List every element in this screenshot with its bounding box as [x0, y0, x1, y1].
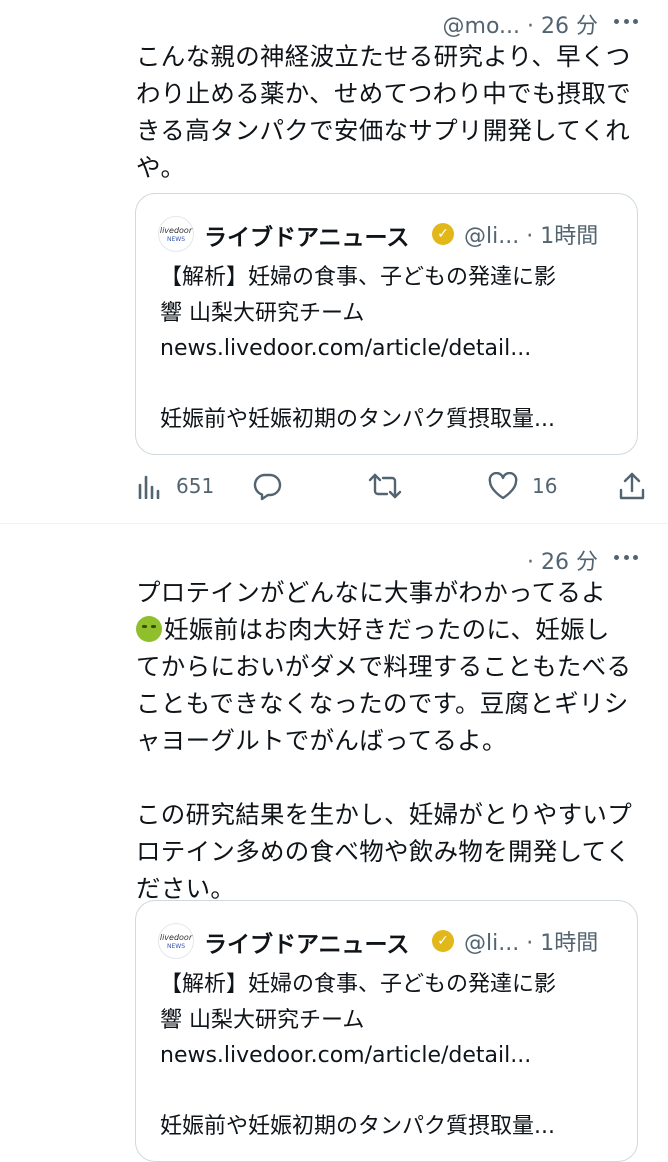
share-icon	[619, 472, 645, 500]
post-2[interactable]: · 26 分 プロテインがどんなに大事がわかってるよ 妊娠前はお肉大好きだったの…	[0, 524, 668, 1162]
post-1[interactable]: @mo... · 26 分 こんな親の神経波立たせる研究より、早くつ わり止める…	[0, 0, 668, 524]
quoted-post-2[interactable]: livedoor NEWS ライブドアニュース ✓ @li... · 1時間 【解…	[135, 900, 638, 1162]
post-1-actions: 651 16	[136, 470, 646, 502]
likes-count: 16	[532, 474, 558, 498]
post-1-time[interactable]: · 26 分	[527, 14, 598, 39]
like-icon	[488, 472, 518, 500]
verified-badge-icon: ✓	[432, 930, 454, 952]
nauseated-face-emoji	[136, 616, 162, 642]
more-icon[interactable]	[614, 554, 638, 560]
post-2-time[interactable]: · 26 分	[527, 550, 598, 575]
livedoor-logo: livedoor NEWS	[158, 216, 194, 252]
reply-button[interactable]	[252, 470, 282, 502]
quoted-post-1[interactable]: livedoor NEWS ライブドアニュース ✓ @li... · 1時間 【解…	[135, 193, 638, 455]
views-count: 651	[176, 474, 215, 498]
quoted-post-body: 【解析】妊婦の食事、子どもの発達に影 響 山梨大研究チーム news.lived…	[160, 972, 557, 1139]
like-button[interactable]: 16	[488, 470, 557, 502]
post-2-meta: · 26 分	[527, 544, 598, 576]
post-1-text: こんな親の神経波立たせる研究より、早くつ わり止める薬か、せめてつわり中でも摂取…	[136, 42, 632, 182]
quoted-author-name: ライブドアニュース	[204, 932, 410, 958]
verified-badge-icon: ✓	[432, 223, 454, 245]
post-1-meta: @mo... · 26 分	[443, 8, 598, 40]
post-1-handle[interactable]: @mo...	[443, 14, 520, 39]
livedoor-logo: livedoor NEWS	[158, 923, 194, 959]
quoted-post-body: 【解析】妊婦の食事、子どもの発達に影 響 山梨大研究チーム news.lived…	[160, 265, 557, 432]
quoted-author-handle: @li... · 1時間	[464, 224, 599, 249]
quoted-author-name: ライブドアニュース	[204, 225, 410, 251]
views-button[interactable]: 651	[136, 470, 214, 502]
repost-icon	[368, 473, 402, 499]
views-icon	[138, 475, 160, 499]
reply-icon	[253, 473, 282, 501]
quoted-author-handle: @li... · 1時間	[464, 931, 599, 956]
post-2-text: プロテインがどんなに大事がわかってるよ 妊娠前はお肉大好きだったのに、妊娠し て…	[136, 578, 632, 903]
repost-button[interactable]	[368, 470, 402, 502]
share-button[interactable]	[618, 470, 646, 502]
more-icon[interactable]	[614, 18, 638, 24]
